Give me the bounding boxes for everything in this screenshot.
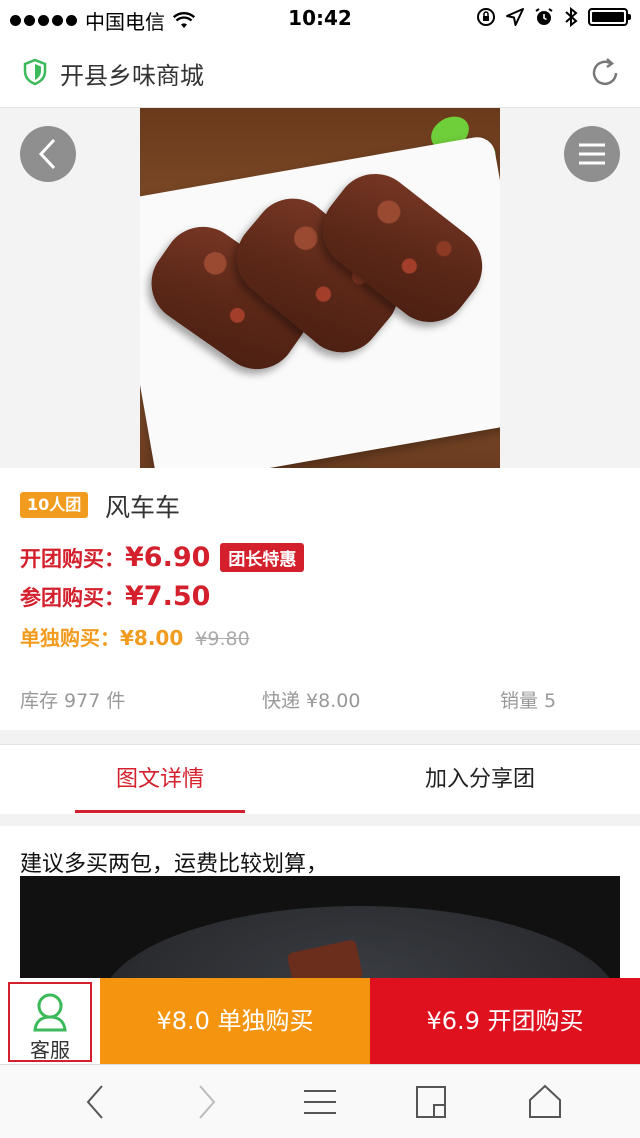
sales-count: 销量 5 (500, 690, 557, 712)
shipping-fee: 快递 ¥8.00 (262, 690, 361, 712)
group-size-badge: 10人团 (20, 492, 89, 518)
tab-details[interactable]: 图文详情 (0, 745, 320, 815)
forward-arrow-icon[interactable] (192, 1083, 220, 1121)
group-buy-button[interactable]: ¥6.9 开团购买 (370, 978, 640, 1064)
status-right (476, 6, 631, 28)
open-group-price-row: 开团购买： ¥6.90 团长特惠 (20, 542, 305, 573)
customer-service-label: 客服 (30, 1038, 70, 1062)
alarm-icon (535, 8, 553, 25)
customer-service-button[interactable]: 客服 (8, 982, 92, 1062)
shield-icon (23, 58, 47, 86)
status-bar: 中国电信 10:42 (0, 0, 640, 36)
open-group-label: 开团购买： (20, 547, 125, 571)
customer-service-icon (33, 993, 67, 1032)
product-name: 风车车 (105, 493, 181, 522)
single-buy-button[interactable]: ¥8.0 单独购买 (100, 978, 370, 1064)
page: 中国电信 10:42 开县乡味商城 10人团 风车车 开团购买： ¥6.90 团… (0, 0, 640, 1138)
join-group-label: 参团购买： (20, 586, 125, 610)
browser-toolbar (0, 1064, 640, 1138)
detail-content: 建议多买两包，运费比较划算， (0, 826, 640, 996)
rotation-lock-icon (477, 8, 495, 26)
refresh-icon[interactable] (588, 56, 622, 90)
single-price-row: 单独购买： ¥8.00 ¥9.80 (20, 622, 250, 651)
single-price: ¥8.00 (120, 626, 184, 650)
single-label: 单独购买： (20, 626, 120, 650)
back-arrow-icon[interactable] (82, 1083, 110, 1121)
tabs-icon[interactable] (414, 1083, 450, 1121)
join-group-price-row: 参团购买： ¥7.50 (20, 581, 210, 612)
product-info: 10人团 风车车 开团购买： ¥6.90 团长特惠 参团购买： ¥7.50 单独… (0, 468, 640, 730)
active-tab-indicator (75, 810, 245, 813)
bluetooth-icon (565, 6, 578, 28)
menu-icon (579, 143, 605, 165)
join-group-price: ¥7.50 (125, 581, 211, 612)
site-header: 开县乡味商城 (0, 36, 640, 108)
back-button[interactable] (20, 126, 76, 182)
location-icon (506, 8, 524, 26)
menu-button[interactable] (564, 126, 620, 182)
original-price: ¥9.80 (195, 628, 250, 650)
detail-description: 建议多买两包，运费比较划算， (20, 852, 329, 877)
detail-tabs: 图文详情 加入分享团 (0, 744, 640, 814)
product-photo[interactable] (140, 108, 500, 468)
product-gallery (0, 108, 640, 468)
open-group-price: ¥6.90 (125, 542, 211, 573)
hamburger-menu-icon[interactable] (302, 1083, 338, 1121)
purchase-bar: 客服 ¥8.0 单独购买 ¥6.9 开团购买 (0, 978, 640, 1064)
tab-join-share-group[interactable]: 加入分享团 (320, 745, 640, 815)
site-title: 开县乡味商城 (60, 62, 204, 90)
battery-icon (588, 8, 631, 26)
leader-discount-tag: 团长特惠 (220, 543, 305, 572)
chevron-left-icon (38, 138, 56, 170)
home-icon[interactable] (526, 1083, 564, 1121)
stock-count: 库存 977 件 (20, 690, 126, 712)
